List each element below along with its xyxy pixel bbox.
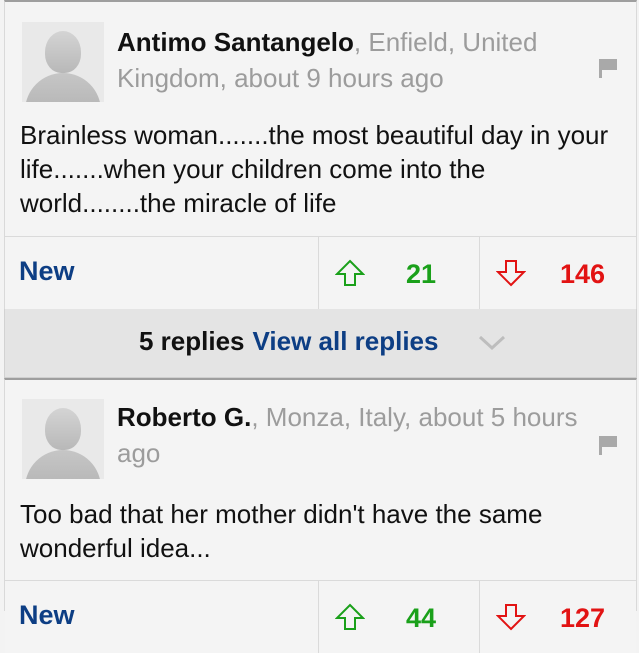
downvote-count: 127 — [560, 603, 606, 633]
author-name[interactable]: Antimo Santangelo — [117, 27, 354, 57]
view-all-replies-link[interactable]: View all replies — [253, 326, 439, 356]
replies-count: 5 replies — [139, 326, 245, 356]
comment-actions: New 21 146 — [5, 236, 636, 309]
comment-card: Antimo Santangelo, Enfield, United Kingd… — [4, 0, 637, 309]
flag-icon[interactable] — [598, 435, 618, 455]
upvote-button[interactable]: 44 — [318, 581, 479, 653]
comment-card: Roberto G., Monza, Italy, about 5 hours … — [4, 378, 637, 653]
downvote-count: 146 — [560, 259, 606, 289]
default-avatar-icon[interactable] — [22, 22, 104, 102]
default-avatar-icon[interactable] — [22, 399, 104, 479]
arrow-down-icon — [496, 604, 526, 631]
new-reply-link[interactable]: New — [19, 256, 75, 287]
downvote-button[interactable]: 127 — [479, 581, 639, 653]
arrow-up-icon — [335, 259, 365, 286]
replies-summary: 5 replies View all replies — [139, 326, 438, 357]
replies-bar[interactable]: 5 replies View all replies — [4, 309, 637, 378]
comment-text: Too bad that her mother didn't have the … — [20, 499, 543, 563]
flag-icon[interactable] — [598, 58, 618, 78]
upvote-count: 21 — [406, 259, 437, 289]
upvote-count: 44 — [406, 603, 437, 633]
comment-byline: Antimo Santangelo, Enfield, United Kingd… — [117, 24, 596, 96]
downvote-button[interactable]: 146 — [479, 237, 639, 309]
comment-text: Brainless woman.......the most beautiful… — [20, 120, 609, 218]
chevron-down-icon[interactable] — [477, 334, 507, 352]
upvote-button[interactable]: 21 — [318, 237, 479, 309]
arrow-down-icon — [496, 260, 526, 287]
comment-byline: Roberto G., Monza, Italy, about 5 hours … — [117, 399, 596, 471]
arrow-up-icon — [335, 603, 365, 630]
comment-actions: New 44 127 — [5, 580, 636, 653]
author-name[interactable]: Roberto G. — [117, 402, 251, 432]
new-reply-link[interactable]: New — [19, 600, 75, 631]
